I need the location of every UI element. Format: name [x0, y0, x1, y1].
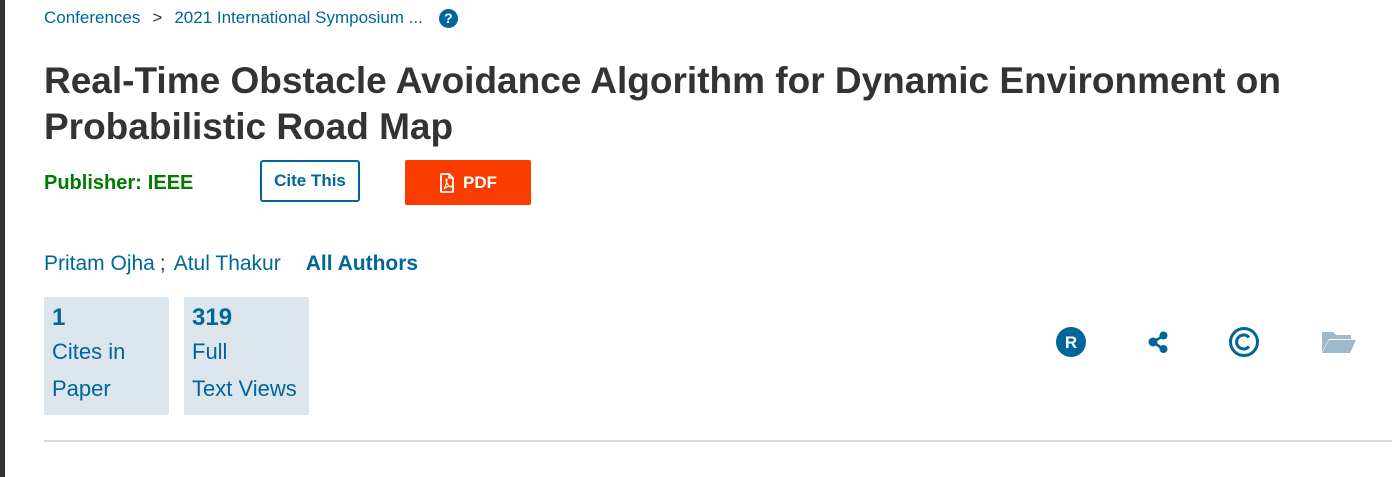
author-link[interactable]: Atul Thakur [174, 252, 281, 276]
metric-value: 1 [52, 304, 66, 331]
metric-cites-in-paper[interactable]: 1 Cites in Paper [44, 297, 169, 415]
breadcrumb: Conferences > 2021 International Symposi… [44, 8, 458, 28]
svg-text:R: R [1065, 333, 1077, 352]
publisher-label: Publisher: [44, 172, 142, 194]
author-list: Pritam Ojha ; Atul Thakur All Authors [44, 252, 418, 276]
question-circle-icon[interactable]: ? [438, 8, 458, 28]
share-icon[interactable] [1142, 326, 1174, 358]
breadcrumb-conferences[interactable]: Conferences [44, 8, 140, 28]
cite-this-button[interactable]: Cite This [260, 160, 360, 202]
copyright-icon[interactable] [1228, 326, 1260, 358]
metric-label-line-1: Cites in [52, 339, 126, 364]
author-link[interactable]: Pritam Ojha [44, 252, 155, 276]
breadcrumb-separator: > [152, 8, 163, 27]
section-divider [44, 440, 1392, 442]
metric-value: 319 [192, 304, 233, 331]
window-left-edge [0, 0, 5, 477]
metric-label-line-2: Text Views [192, 376, 297, 401]
document-header: Conferences > 2021 International Symposi… [44, 0, 1392, 477]
metric-full-text-views[interactable]: 319 Full Text Views [184, 297, 309, 415]
publisher-value: IEEE [147, 172, 194, 194]
pdf-button-label: PDF [463, 172, 497, 192]
breadcrumb-conference-name[interactable]: 2021 International Symposium ... [174, 8, 423, 28]
title-line-1: Real-Time Obstacle Avoidance Algorithm f… [44, 60, 1282, 101]
page-title: Real-Time Obstacle Avoidance Algorithm f… [44, 58, 1392, 150]
folder-icon[interactable] [1320, 326, 1358, 358]
pdf-button[interactable]: PDF [405, 160, 531, 205]
title-line-2: Probabilistic Road Map [44, 106, 454, 147]
rights-r-icon[interactable]: R [1055, 326, 1087, 358]
metric-label-line-1: Full [192, 339, 228, 364]
author-separator: ; [159, 252, 166, 275]
all-authors-link[interactable]: All Authors [306, 252, 418, 276]
pdf-file-icon [440, 172, 454, 193]
metric-label-line-2: Paper [52, 376, 111, 401]
publisher: Publisher: IEEE [44, 172, 193, 195]
